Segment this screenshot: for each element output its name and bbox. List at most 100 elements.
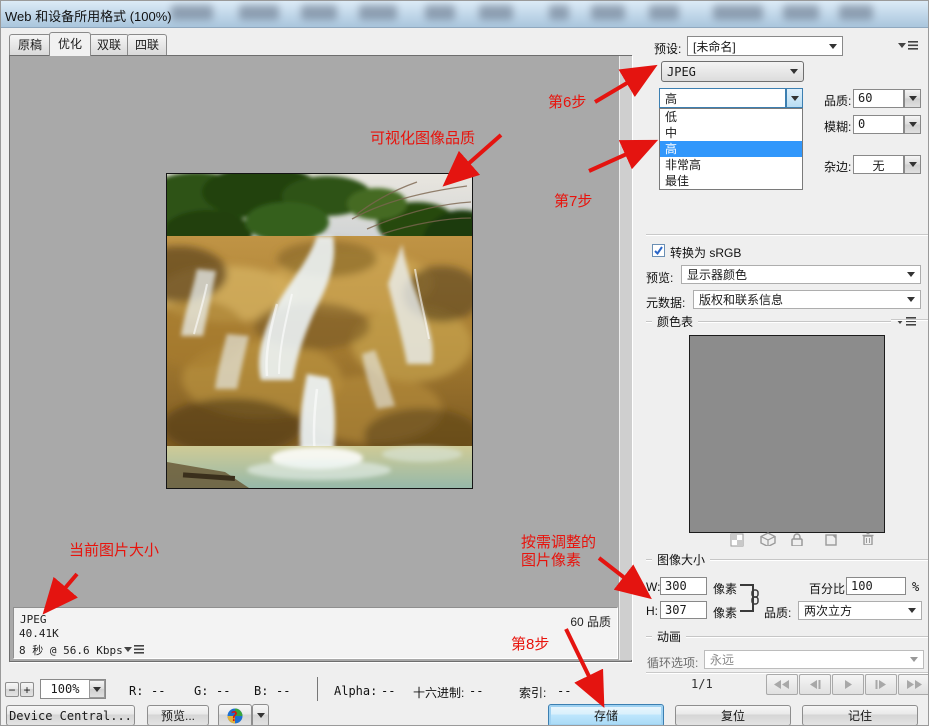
status-quality: 60 品质 (570, 613, 611, 630)
background-toolbar-blur (425, 5, 455, 20)
frame-counter: 1/1 (691, 677, 713, 691)
device-central-label: Device Central... (9, 709, 132, 723)
reset-button-label: 复位 (721, 707, 745, 724)
browser-globe-icon: ? (226, 707, 244, 725)
zoom-out-button[interactable]: − (5, 682, 19, 697)
color-table-title: 颜色表 (652, 313, 698, 330)
link-chain-icon[interactable] (749, 589, 761, 605)
b-label: B: (254, 684, 268, 698)
chevron-down-icon (790, 69, 798, 74)
lock-icon[interactable] (789, 532, 805, 546)
chevron-down-icon (910, 657, 918, 662)
chevron-down-icon (791, 96, 799, 101)
alpha-label: Alpha: (334, 684, 377, 698)
transparency-icon[interactable] (729, 533, 745, 547)
percent-label: 百分比: (809, 580, 848, 597)
quality-field[interactable]: 60 (853, 89, 904, 108)
matte-arrow-button[interactable] (904, 155, 921, 174)
background-toolbar-blur (783, 5, 819, 20)
device-central-button[interactable]: Device Central... (6, 705, 135, 726)
compression-dropdown-list: 低 中 高 非常高 最佳 (659, 108, 803, 190)
background-toolbar-blur (713, 5, 763, 20)
browser-icon-button[interactable]: ? (218, 704, 252, 726)
tab-4up[interactable]: 四联 (127, 34, 167, 55)
zoom-level-value: 100% (41, 682, 89, 696)
width-label: W: (646, 580, 660, 594)
height-field[interactable]: 307 (660, 601, 707, 619)
zoom-level-arrow-button[interactable] (89, 680, 105, 698)
loop-options-label: 循环选项: (647, 654, 698, 671)
annotation-step6: 第6步 (548, 91, 586, 112)
preset-label: 预设: (654, 40, 681, 57)
tab-optimized-label: 优化 (58, 37, 82, 51)
srgb-label: 转换为 sRGB (670, 244, 741, 261)
save-button-label: 存储 (594, 707, 618, 724)
status-panel-menu-icon[interactable] (124, 644, 144, 655)
play-button[interactable] (832, 674, 864, 695)
compression-option-very-high[interactable]: 非常高 (660, 157, 802, 173)
g-label: G: (194, 684, 208, 698)
tab-4up-label: 四联 (135, 38, 159, 52)
chevron-down-icon (907, 297, 915, 302)
first-frame-button[interactable] (766, 674, 798, 695)
srgb-checkbox[interactable] (652, 244, 665, 257)
compression-select[interactable]: 高 (659, 88, 786, 108)
resample-quality-select[interactable]: 两次立方 (798, 601, 922, 620)
format-select[interactable]: JPEG (661, 61, 804, 82)
metadata-label: 元数据: (646, 294, 685, 311)
resample-quality-label: 品质: (764, 604, 791, 621)
background-toolbar-blur (239, 5, 279, 20)
trash-icon[interactable] (860, 531, 876, 545)
background-toolbar-blur (171, 5, 213, 20)
play-icon (844, 680, 853, 689)
tab-optimized[interactable]: 优化 (49, 32, 91, 56)
r-value: -- (151, 684, 165, 698)
separator (646, 234, 928, 235)
index-value: -- (557, 684, 571, 698)
status-download-time: 8 秒 @ 56.6 Kbps (19, 642, 123, 658)
loop-options-value: 永远 (705, 651, 907, 668)
compression-option-medium[interactable]: 中 (660, 125, 802, 141)
save-for-web-dialog: Web 和设备所用格式 (100%) 原稿 优化 双联 四联 (0, 0, 929, 726)
save-button[interactable]: 存储 (548, 704, 664, 726)
width-field[interactable]: 300 (660, 577, 707, 595)
compression-option-high[interactable]: 高 (660, 141, 802, 157)
tab-original[interactable]: 原稿 (9, 34, 51, 55)
next-frame-button[interactable] (865, 674, 897, 695)
new-swatch-icon[interactable] (823, 532, 839, 546)
preset-select[interactable]: [未命名] (687, 36, 843, 56)
compression-option-maximum[interactable]: 最佳 (660, 173, 802, 189)
zoom-level-select[interactable]: 100% (40, 679, 106, 699)
previous-frame-button[interactable] (799, 674, 831, 695)
zoom-in-button[interactable]: + (20, 682, 34, 697)
blur-field[interactable]: 0 (853, 115, 904, 134)
background-toolbar-blur (591, 5, 625, 20)
compression-value: 高 (660, 90, 785, 107)
preview-mode-select[interactable]: 显示器颜色 (681, 265, 921, 284)
blur-arrow-button[interactable] (904, 115, 921, 134)
remember-button[interactable]: 记住 (802, 705, 918, 726)
metadata-select[interactable]: 版权和联系信息 (693, 290, 921, 309)
r-label: R: (129, 684, 143, 698)
separator (891, 319, 928, 320)
reset-button[interactable]: 复位 (675, 705, 791, 726)
color-table-panel-menu-icon[interactable] (896, 316, 916, 327)
percent-field[interactable]: 100 (846, 577, 906, 595)
browser-select-arrow[interactable] (252, 704, 269, 726)
web-shift-cube-icon[interactable] (760, 532, 776, 546)
preview-button-label: 预览... (161, 707, 195, 724)
preset-panel-menu-icon[interactable] (898, 40, 918, 51)
preview-mode-label: 预览: (646, 269, 673, 286)
color-table-swatches (689, 335, 885, 533)
preview-in-browser-button[interactable]: 预览... (147, 705, 209, 726)
tab-2up[interactable]: 双联 (89, 34, 129, 55)
tab-2up-label: 双联 (97, 38, 121, 52)
compression-arrow-button[interactable] (786, 88, 803, 108)
loop-options-select[interactable]: 永远 (704, 650, 924, 669)
quality-arrow-button[interactable] (904, 89, 921, 108)
last-frame-button[interactable] (898, 674, 929, 695)
g-value: -- (216, 684, 230, 698)
chevron-down-icon (257, 713, 265, 718)
matte-field[interactable]: 无 (853, 155, 904, 174)
compression-option-low[interactable]: 低 (660, 109, 802, 125)
